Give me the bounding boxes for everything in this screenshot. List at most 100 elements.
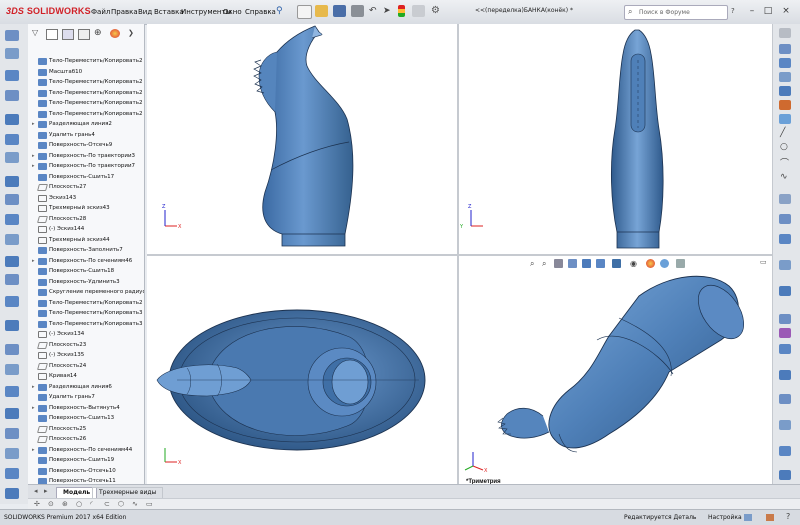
view-settings-icon[interactable]: [676, 259, 685, 268]
thicken-icon[interactable]: [5, 448, 19, 459]
appearances-icon[interactable]: [779, 100, 791, 110]
sketch-arc-icon[interactable]: ⌒: [780, 156, 789, 169]
front-view[interactable]: X Z: [147, 24, 457, 254]
tree-item[interactable]: Тело-Переместить/Копировать3: [28, 319, 144, 329]
menu-file[interactable]: Файл: [91, 8, 110, 16]
offset-surface-icon[interactable]: [5, 386, 19, 397]
file-properties-icon[interactable]: [412, 5, 425, 17]
revolve-boss-icon[interactable]: [5, 48, 19, 59]
tab-scroll-left-icon[interactable]: ◂: [34, 487, 38, 495]
tree-item[interactable]: Поверхность-Удлинить3: [28, 277, 144, 287]
surface-tool-icon[interactable]: [5, 364, 19, 375]
tree-item[interactable]: Масштаб10: [28, 67, 144, 77]
property-manager-tab-icon[interactable]: [62, 29, 74, 40]
move-entities-icon[interactable]: [779, 344, 791, 354]
tree-item[interactable]: Плоскость28: [28, 214, 144, 224]
convert-entities-icon[interactable]: [779, 286, 791, 296]
file-explorer-icon[interactable]: [779, 72, 791, 82]
design-library-icon[interactable]: [779, 58, 791, 68]
menu-window[interactable]: Окно: [223, 8, 242, 16]
tree-item[interactable]: (-) Эскиз134: [28, 329, 144, 339]
tree-item[interactable]: ▸ Поверхность-По траектории7: [28, 161, 144, 171]
rebuild-icon[interactable]: [398, 5, 405, 17]
sketch-spline-icon[interactable]: ∿: [780, 172, 788, 182]
centerline-icon[interactable]: [779, 446, 791, 456]
expand-arrow-icon[interactable]: ▸: [32, 403, 35, 413]
tree-item[interactable]: Поверхность-Сшить18: [28, 266, 144, 276]
tree-item[interactable]: (-) Эскиз144: [28, 224, 144, 234]
tree-item[interactable]: Трехмерный эскиз44: [28, 235, 144, 245]
undo-icon[interactable]: ↶: [369, 6, 377, 16]
tree-item[interactable]: (-) Эскиз135: [28, 350, 144, 360]
tree-item[interactable]: ▸ Разделяющая линия2: [28, 119, 144, 129]
circle-tool-icon[interactable]: ○: [76, 500, 82, 508]
section-view-icon[interactable]: [568, 259, 577, 268]
filter-icon[interactable]: ▽: [32, 28, 38, 37]
tree-item[interactable]: Тело-Переместить/Копировать3: [28, 308, 144, 318]
maximize-button[interactable]: □: [761, 6, 775, 17]
tree-item[interactable]: Плоскость23: [28, 340, 144, 350]
menu-help[interactable]: Справка: [245, 8, 276, 16]
fillet-sketch-icon[interactable]: [779, 370, 791, 380]
tab-scroll-right-icon[interactable]: ▸: [44, 487, 48, 495]
view-orientation-icon[interactable]: [596, 259, 605, 268]
tree-item[interactable]: Поверхность-Отсечь10: [28, 466, 144, 476]
expand-arrow-icon[interactable]: ▸: [32, 151, 35, 161]
sketch-line-icon[interactable]: ╱: [780, 128, 785, 138]
expand-arrow-icon[interactable]: ▸: [32, 256, 35, 266]
smart-dimension-icon[interactable]: [779, 194, 791, 204]
tree-item[interactable]: Поверхность-Сшить19: [28, 455, 144, 465]
menu-insert[interactable]: Вставка: [154, 8, 184, 16]
status-units-icon[interactable]: [744, 514, 752, 521]
sketch-circle-icon[interactable]: ○: [780, 142, 788, 152]
reference-geometry-icon[interactable]: [5, 296, 19, 307]
tree-item[interactable]: ▸ Поверхность-По сечениям46: [28, 256, 144, 266]
target-icon[interactable]: ⊛: [62, 500, 68, 508]
viewport-divider-horizontal[interactable]: [147, 254, 772, 256]
help-status-icon[interactable]: ?: [786, 512, 790, 521]
tree-item[interactable]: Плоскость25: [28, 424, 144, 434]
hole-wizard-icon[interactable]: [5, 134, 19, 145]
mirror-entities-icon[interactable]: [779, 234, 791, 244]
offset-entities-icon[interactable]: [779, 314, 791, 324]
origin-icon[interactable]: ⊙: [48, 500, 54, 508]
customize-label[interactable]: Настройка: [708, 514, 742, 521]
knit-surface-icon[interactable]: [5, 468, 19, 479]
tree-item[interactable]: Поверхность-Отсечь11: [28, 476, 144, 484]
zoom-to-fit-icon[interactable]: ⌕: [530, 259, 539, 268]
tree-item[interactable]: Тело-Переместить/Копировать2: [28, 98, 144, 108]
trim-entities-icon[interactable]: [779, 260, 791, 270]
point-tool-icon[interactable]: ✢: [34, 500, 40, 508]
arc-tool-icon[interactable]: ◜: [90, 500, 93, 508]
rectangle-tool-icon[interactable]: ▭: [146, 500, 153, 508]
hide-show-eye-icon[interactable]: ◉: [630, 259, 639, 268]
slot-tool-icon[interactable]: ⊂: [104, 500, 110, 508]
tree-item[interactable]: Плоскость27: [28, 182, 144, 192]
print-icon[interactable]: [351, 5, 364, 17]
expand-arrow-icon[interactable]: ▸: [32, 445, 35, 455]
bottle-model-side[interactable]: [611, 29, 664, 249]
select-arrow-icon[interactable]: ➤: [383, 6, 391, 16]
linear-pattern-icon[interactable]: [779, 328, 791, 338]
dynamic-annotation-icon[interactable]: [582, 259, 591, 268]
feature-manager-tab-icon[interactable]: [46, 29, 58, 40]
sweep-boss-icon[interactable]: [5, 70, 19, 81]
tree-item[interactable]: Удалить грань7: [28, 392, 144, 402]
previous-view-icon[interactable]: [554, 259, 563, 268]
bottle-model-top[interactable]: [156, 309, 426, 451]
expand-arrow-icon[interactable]: ▸: [32, 161, 35, 171]
expand-arrow-icon[interactable]: ▸: [32, 119, 35, 129]
tree-item[interactable]: Тело-Переместить/Копировать2: [28, 298, 144, 308]
search-input[interactable]: ⌕ Поиск в Форуме: [624, 5, 728, 20]
bottle-model-front[interactable]: [253, 25, 354, 247]
chamfer-sketch-icon[interactable]: [779, 394, 791, 404]
help-question-icon[interactable]: ?: [731, 7, 735, 15]
tree-item[interactable]: Тело-Переместить/Копировать2: [28, 56, 144, 66]
ruled-surface-icon[interactable]: [5, 408, 19, 419]
tree-item[interactable]: Кривая14: [28, 371, 144, 381]
tree-item[interactable]: ▸ Поверхность-Вытянуть4: [28, 403, 144, 413]
tree-item[interactable]: Поверхность-Отсечь9: [28, 140, 144, 150]
planar-surface-icon[interactable]: [5, 428, 19, 439]
edit-appearance-icon[interactable]: [646, 259, 655, 268]
text-sketch-icon[interactable]: [779, 470, 791, 480]
